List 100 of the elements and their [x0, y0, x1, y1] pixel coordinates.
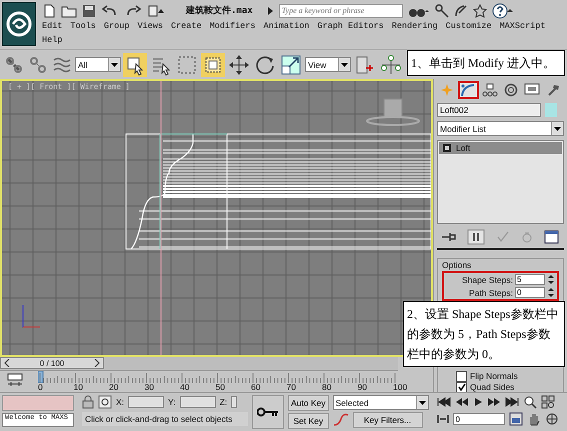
- coordinate-field[interactable]: [128, 396, 164, 408]
- menu-item[interactable]: Views: [137, 21, 163, 32]
- zoom-icon[interactable]: [522, 395, 536, 409]
- select-object-icon[interactable]: [123, 52, 147, 76]
- modifier-list-dropdown[interactable]: Modifier List: [437, 121, 564, 136]
- dropdown-arrow-icon: [418, 400, 426, 404]
- menu-item[interactable]: Animation: [263, 21, 310, 32]
- orbit-icon[interactable]: [544, 412, 558, 426]
- viewcube-icon[interactable]: [366, 97, 422, 127]
- previous-frame-icon[interactable]: [454, 397, 468, 407]
- coordinate-field[interactable]: [231, 396, 238, 408]
- command-panel-tab[interactable]: [458, 81, 479, 99]
- absolute-mode-icon[interactable]: [98, 395, 112, 409]
- selection-filter-dropdown[interactable]: All: [75, 57, 121, 72]
- checkbox[interactable]: [456, 370, 467, 382]
- go-to-end-icon[interactable]: [504, 397, 518, 407]
- curve-icon: [460, 83, 476, 97]
- spinner-arrows-icon[interactable]: [547, 287, 555, 298]
- timeline-tick-label: 70: [286, 383, 296, 392]
- star-outline-icon[interactable]: [472, 4, 487, 18]
- timeline-tick-label: 40: [180, 383, 190, 392]
- spinner-field[interactable]: 0: [515, 287, 545, 298]
- checkbox[interactable]: [456, 382, 467, 392]
- axis-tripod-icon: [20, 303, 42, 329]
- rollout-title[interactable]: Options: [442, 260, 559, 270]
- circle-icon: [504, 83, 518, 97]
- time-config-icon[interactable]: [508, 412, 522, 426]
- pin-icon[interactable]: [441, 230, 457, 244]
- menu-item[interactable]: MAXScript: [500, 21, 546, 32]
- zoom-all-icon[interactable]: [540, 395, 554, 409]
- menu-item[interactable]: Graph Editors: [317, 21, 384, 32]
- monitor-icon: [524, 83, 540, 97]
- timeline-tick-label: 60: [251, 383, 260, 392]
- menu-item[interactable]: Rendering: [392, 21, 438, 32]
- redo-icon[interactable]: [124, 4, 142, 18]
- arrow-icon: [268, 6, 274, 14]
- menu-item[interactable]: Tools: [70, 21, 96, 32]
- menu-item[interactable]: Customize: [446, 21, 492, 32]
- reference-coordinate-dropdown[interactable]: View: [305, 57, 351, 72]
- spinner-label: Shape Steps:: [462, 274, 513, 284]
- set-key-button[interactable]: [252, 395, 284, 429]
- show-end-result-icon[interactable]: [467, 229, 486, 245]
- timeline-tick-label: 50: [216, 383, 225, 392]
- undo-icon[interactable]: [101, 4, 119, 18]
- curve-editor-icon[interactable]: [6, 373, 24, 389]
- menu-item[interactable]: Help: [42, 35, 62, 46]
- scale-icon[interactable]: [279, 52, 303, 76]
- search-field[interactable]: Type a keyword or phrase: [278, 4, 403, 18]
- play-icon[interactable]: [472, 397, 482, 407]
- timeline-tick-label: 80: [322, 383, 332, 392]
- hammer-icon: [546, 83, 561, 97]
- menu-item[interactable]: Edit: [42, 21, 62, 32]
- tangent-icon[interactable]: [332, 413, 348, 427]
- lock-icon[interactable]: [82, 395, 94, 409]
- timeline-tick-label: 0: [38, 383, 43, 392]
- time-slider-thumb[interactable]: 0 / 100: [0, 357, 104, 370]
- time-slider[interactable]: 0 / 100: [0, 357, 398, 371]
- timeline-tick-label: 30: [144, 383, 154, 392]
- checkbox-label: Quad Sides: [470, 382, 514, 392]
- key-mode-toggle-icon[interactable]: [436, 414, 448, 424]
- menu-item[interactable]: Group: [104, 21, 130, 32]
- timeline-tick-label: 10: [74, 383, 83, 392]
- dropdown-arrow-icon: [341, 62, 348, 66]
- save-icon[interactable]: [82, 4, 96, 18]
- key-mode-dropdown[interactable]: Selected: [332, 395, 428, 410]
- key-filters-button[interactable]: Key Filters...: [352, 412, 422, 428]
- coordinate-label: Y:: [168, 397, 176, 407]
- project-folder-icon[interactable]: [147, 4, 167, 18]
- file-title: 建筑鞍文件.max: [186, 4, 253, 17]
- object-color-swatch[interactable]: [545, 103, 557, 117]
- new-file-icon[interactable]: [42, 4, 56, 18]
- window-crossing-icon[interactable]: [201, 52, 225, 76]
- current-frame-field[interactable]: 0: [452, 413, 504, 425]
- stack-item[interactable]: Loft: [439, 142, 562, 154]
- spinner-arrows-icon[interactable]: [547, 274, 555, 285]
- key-icon: [257, 407, 279, 417]
- dropdown-arrow-icon: [111, 62, 118, 66]
- configure-sets-icon[interactable]: [544, 230, 560, 244]
- menu-item[interactable]: Create: [170, 21, 202, 32]
- object-name-field[interactable]: Loft002: [437, 103, 541, 117]
- coordinate-field[interactable]: [180, 396, 216, 408]
- coordinate-label: X:: [116, 397, 124, 407]
- timeline-tick-label: 90: [358, 383, 367, 392]
- spinner-field[interactable]: 5: [515, 274, 545, 285]
- key-icon[interactable]: [434, 4, 449, 18]
- modifier-icon: [443, 144, 451, 152]
- next-frame-icon[interactable]: [486, 397, 500, 407]
- menu-item[interactable]: Modifiers: [210, 21, 256, 32]
- set-key-mode-button[interactable]: Set Key: [288, 413, 328, 429]
- folder-icon[interactable]: [61, 4, 77, 18]
- star-icon: [440, 83, 454, 97]
- help-icon[interactable]: [492, 2, 516, 18]
- hierarchy-icon: [482, 83, 498, 97]
- manipulate-icon[interactable]: [379, 52, 403, 76]
- status-prompt: Click or click-and-drag to select objects: [82, 412, 248, 426]
- move-icon[interactable]: [227, 52, 251, 76]
- auto-key-button[interactable]: Auto Key: [288, 395, 328, 411]
- app-logo-icon[interactable]: [2, 2, 36, 46]
- timeline-ruler[interactable]: [38, 371, 398, 383]
- go-to-start-icon[interactable]: [436, 397, 450, 407]
